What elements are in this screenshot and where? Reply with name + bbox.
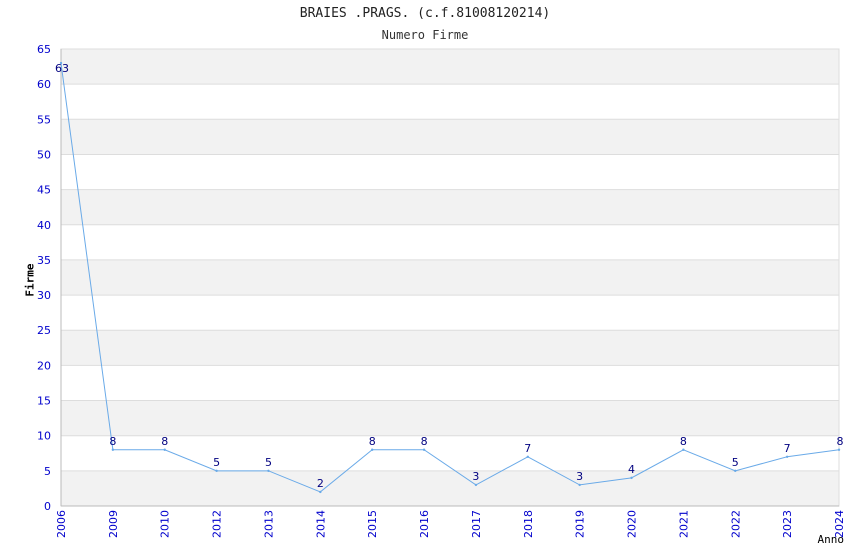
data-point bbox=[837, 448, 841, 451]
data-label: 5 bbox=[732, 456, 739, 469]
data-point bbox=[630, 476, 633, 480]
x-tick-label: 2023 bbox=[781, 510, 794, 538]
data-label: 8 bbox=[109, 435, 116, 448]
grid-band bbox=[61, 330, 839, 366]
y-tick-label: 50 bbox=[37, 148, 51, 161]
data-point bbox=[371, 448, 374, 451]
data-label: 3 bbox=[576, 470, 583, 483]
y-tick-label: 60 bbox=[37, 78, 51, 91]
data-label: 8 bbox=[161, 435, 168, 448]
x-tick-label: 2010 bbox=[159, 510, 172, 538]
x-tick-label: 2021 bbox=[677, 510, 690, 538]
y-tick-label: 65 bbox=[37, 43, 51, 56]
x-tick-label: 2018 bbox=[522, 510, 535, 538]
x-tick-label: 2019 bbox=[574, 510, 587, 538]
y-tick-label: 10 bbox=[37, 430, 51, 443]
chart: BRAIES .PRAGS. (c.f.81008120214) Numero … bbox=[0, 0, 850, 550]
data-point bbox=[267, 469, 270, 473]
y-tick-label: 15 bbox=[37, 395, 51, 408]
data-point bbox=[163, 448, 166, 451]
x-tick-label: 2009 bbox=[107, 510, 120, 538]
y-tick-label: 55 bbox=[37, 113, 51, 126]
x-tick-label: 2006 bbox=[55, 510, 68, 538]
grid-band bbox=[61, 400, 839, 436]
y-tick-label: 25 bbox=[37, 324, 51, 337]
grid-band bbox=[61, 119, 839, 155]
data-label: 63 bbox=[55, 62, 69, 75]
data-label: 8 bbox=[421, 435, 428, 448]
data-label: 7 bbox=[524, 442, 531, 455]
data-label: 8 bbox=[680, 435, 687, 448]
x-tick-label: 2016 bbox=[418, 510, 431, 538]
data-label: 5 bbox=[213, 456, 220, 469]
data-point bbox=[215, 469, 218, 473]
y-tick-label: 45 bbox=[37, 184, 51, 197]
y-tick-label: 20 bbox=[37, 359, 51, 372]
x-tick-label: 2020 bbox=[626, 510, 639, 538]
data-point bbox=[111, 448, 115, 451]
data-label: 7 bbox=[784, 442, 791, 455]
x-tick-label: 2024 bbox=[833, 510, 846, 538]
data-point bbox=[474, 483, 478, 487]
x-tick-label: 2014 bbox=[314, 510, 327, 538]
data-label: 3 bbox=[472, 470, 479, 483]
y-tick-label: 40 bbox=[37, 219, 51, 232]
data-point bbox=[422, 448, 426, 451]
x-tick-label: 2015 bbox=[366, 510, 379, 538]
x-tick-label: 2013 bbox=[262, 510, 275, 538]
y-tick-label: 5 bbox=[44, 465, 51, 478]
data-point bbox=[785, 455, 789, 458]
data-point bbox=[526, 455, 529, 458]
data-point bbox=[319, 490, 322, 494]
x-tick-label: 2017 bbox=[470, 510, 483, 538]
y-tick-label: 30 bbox=[37, 289, 51, 302]
x-tick-label: 2012 bbox=[211, 510, 224, 538]
grid-band bbox=[61, 189, 839, 225]
plot-area: 051015202530354045505560652006 2009 2010 20… bbox=[37, 43, 846, 538]
grid-band bbox=[61, 259, 839, 296]
x-tick-label: 2022 bbox=[729, 510, 742, 538]
y-tick-label: 35 bbox=[37, 254, 51, 267]
data-label: 8 bbox=[369, 435, 376, 448]
data-label: 5 bbox=[265, 456, 272, 469]
y-tick-label: 0 bbox=[44, 500, 51, 513]
data-point bbox=[682, 448, 685, 451]
grid-band bbox=[61, 49, 839, 85]
data-label: 8 bbox=[837, 435, 844, 448]
data-point bbox=[734, 469, 737, 473]
data-point bbox=[578, 483, 581, 487]
grid-band bbox=[61, 470, 839, 506]
data-label: 2 bbox=[317, 477, 324, 490]
data-label: 4 bbox=[628, 463, 635, 476]
